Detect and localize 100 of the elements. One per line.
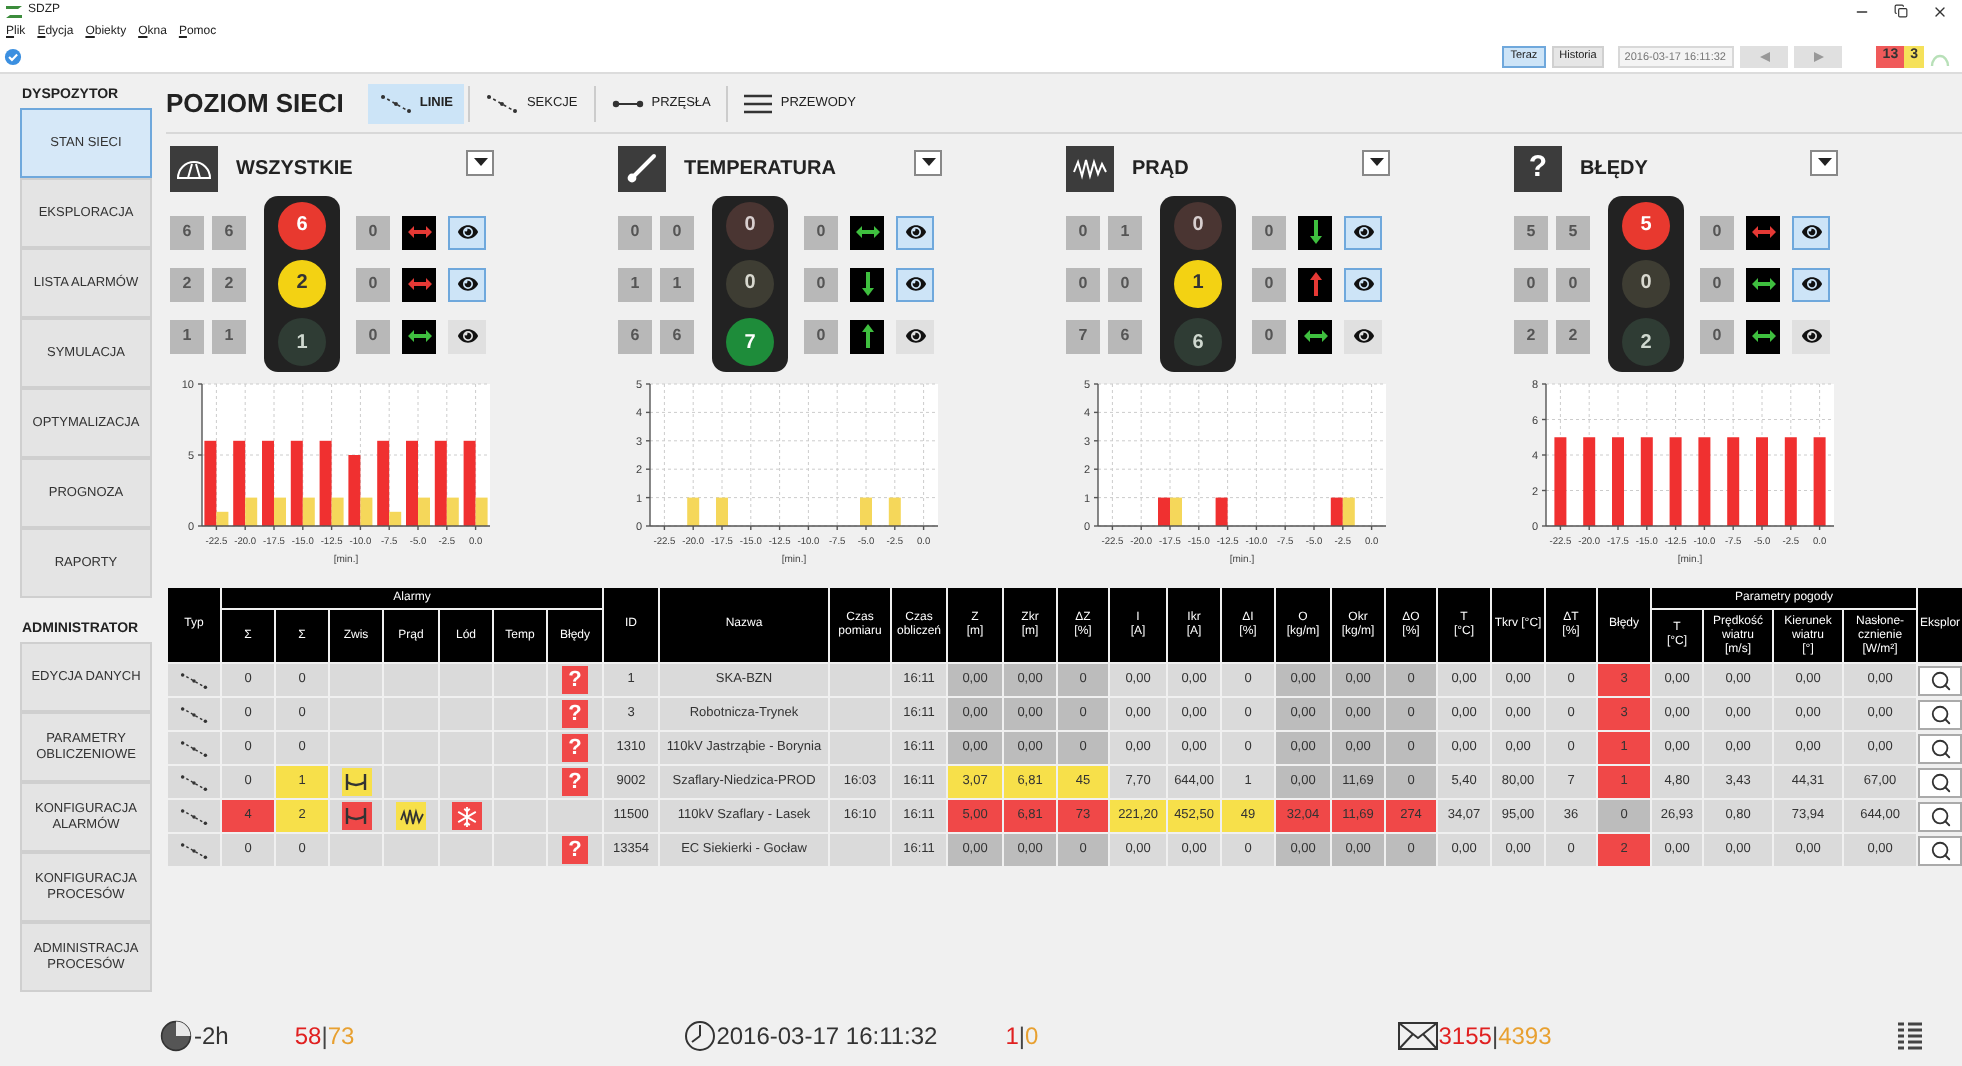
signal-lamp: 1 [1174,259,1222,308]
panel-title: PRĄD [1132,155,1189,183]
error-badge: ? [562,666,588,694]
count-box: 5 [1514,215,1548,249]
restore-icon[interactable] [1894,4,1908,18]
count-box: 0 [1066,215,1100,249]
arc-icon [1930,49,1950,65]
thermometer-icon [626,152,658,184]
count-box: 0 [804,319,838,353]
count-box: 1 [170,319,204,353]
eye-button[interactable] [448,215,486,249]
y-axis [645,383,651,527]
panel-title: BŁĘDY [1580,155,1648,183]
question-tile: ? [1514,145,1562,191]
gauge-icon [176,157,212,179]
table-cell [384,664,438,696]
eye-icon [1353,326,1373,346]
caret-icon [473,158,487,166]
span-icon [611,97,644,109]
eye-icon [1801,274,1821,294]
count-box: 2 [212,267,246,301]
eye-button[interactable] [1792,215,1830,249]
explore-button[interactable] [1918,767,1962,797]
count-box: 0 [1108,267,1142,301]
explore-button[interactable] [1918,665,1962,695]
wave-icon [1072,156,1108,180]
search-icon [1929,703,1952,725]
explore-button[interactable] [1918,699,1962,729]
table-cell [440,664,492,696]
count-box: 6 [660,319,694,353]
signal-lamp: 2 [278,259,326,308]
count-box: 2 [1556,319,1590,353]
error-badge: ? [562,734,588,762]
close-icon[interactable] [1932,3,1948,19]
signal-lamp: 2 [1622,318,1670,367]
eye-button[interactable] [1344,267,1382,301]
search-icon [1929,771,1952,793]
counter-text: 3155 [1438,1020,1492,1054]
count-box: 0 [1700,267,1734,301]
eye-button[interactable] [896,215,934,249]
count-box: 7 [1066,319,1100,353]
signal-lamp: 6 [1174,318,1222,367]
dotted-line-icon [180,671,208,689]
caret-icon [921,158,935,166]
count-box: 6 [1108,319,1142,353]
dropdown-button[interactable] [1362,149,1390,175]
error-badge: ? [562,836,588,864]
signal-lamp: 6 [278,201,326,250]
count-box: 0 [804,215,838,249]
count-box: 0 [356,215,390,249]
count-box: 2 [170,267,204,301]
dotted-line-icon [379,93,412,113]
explore-button[interactable] [1918,801,1962,831]
pie-chart-icon [160,1020,192,1052]
eye-icon [1353,222,1373,242]
counter-text: 0 [1025,1020,1039,1054]
panel-title: WSZYSTKIE [236,155,353,183]
dotted-line-icon [180,841,208,859]
lines-icon [744,93,773,113]
eye-icon [1801,326,1821,346]
eye-icon [905,274,925,294]
y-axis [1541,383,1547,527]
table-cell [330,664,382,696]
signal-lamp: 5 [1622,201,1670,250]
count-box: 0 [1556,267,1590,301]
error-badge: ? [562,768,588,796]
eye-button[interactable] [448,267,486,301]
eye-button[interactable] [1344,215,1382,249]
dropdown-button[interactable] [1810,149,1838,175]
count-box: 0 [660,215,694,249]
right-triangle-icon [1813,52,1824,62]
caret-icon [1369,158,1383,166]
signal-lamp: 7 [726,318,774,367]
dropdown-button[interactable] [466,149,494,175]
count-box: 1 [212,319,246,353]
eye-icon [457,326,477,346]
count-box: 0 [1700,319,1734,353]
eye-icon [457,222,477,242]
counter-text: 58 [294,1020,322,1054]
y-axis [197,383,203,527]
dotted-line-icon [180,807,208,825]
count-box: 0 [618,215,652,249]
count-box: 6 [170,215,204,249]
eye-button[interactable] [1792,267,1830,301]
page-title: POZIOM SIECI [166,85,344,122]
count-box: 0 [1252,215,1286,249]
count-box: 0 [1514,267,1548,301]
count-box: 6 [212,215,246,249]
datetime-text: 2016-03-17 16:11:32 [716,1020,938,1054]
count-box: 2 [1514,319,1548,353]
dropdown-button[interactable] [914,149,942,175]
time-range-text: -2h [194,1020,229,1054]
count-box: 0 [804,267,838,301]
panel-title: TEMPERATURA [684,155,836,183]
eye-button[interactable] [896,267,934,301]
explore-button[interactable] [1918,835,1962,865]
list-icon[interactable] [1898,1022,1922,1050]
table-cell [830,664,891,696]
counter-text: | [1018,1020,1026,1054]
explore-button[interactable] [1918,733,1962,763]
